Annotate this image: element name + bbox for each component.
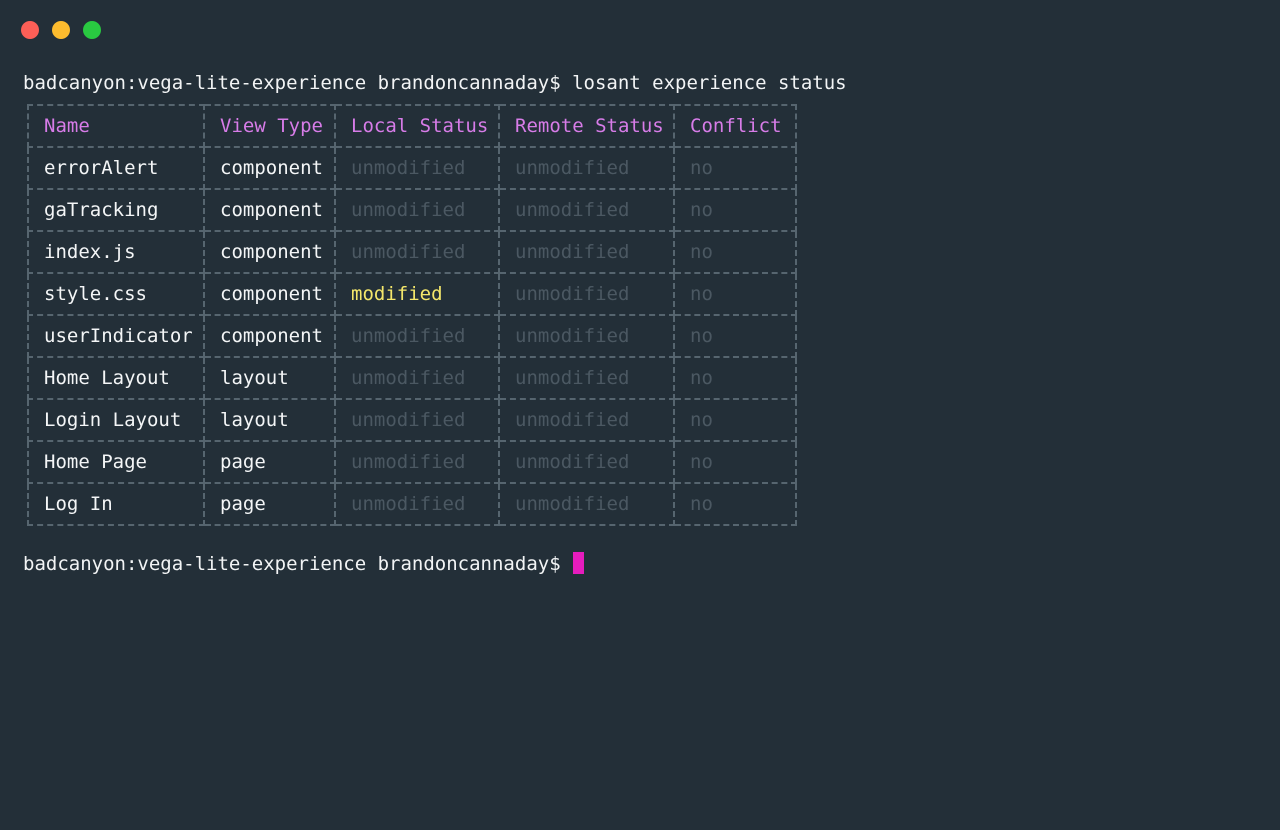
conflict-cell: no [673,146,797,190]
header-conflict: Conflict [673,104,797,148]
local-status-cell: unmodified [334,188,500,232]
prompt-line[interactable]: badcanyon:vega-lite-experience brandonca… [23,551,584,577]
local-status-cell: unmodified [334,146,500,190]
table-row: Login Layout layout unmodified unmodifie… [27,398,797,442]
name-cell: Login Layout [27,398,205,442]
close-window-button[interactable] [21,21,39,39]
view-type-cell: layout [203,356,336,400]
command-line: badcanyon:vega-lite-experience brandonca… [23,72,847,94]
zoom-window-button[interactable] [83,21,101,39]
window-controls [21,21,101,39]
remote-status-cell: unmodified [498,440,675,484]
remote-status-cell: unmodified [498,272,675,316]
text-cursor [572,552,584,574]
header-remote-status: Remote Status [498,104,675,148]
table-row: Home Layout layout unmodified unmodified… [27,356,797,400]
remote-status-cell: unmodified [498,188,675,232]
table-row: userIndicator component unmodified unmod… [27,314,797,358]
conflict-cell: no [673,356,797,400]
remote-status-cell: unmodified [498,146,675,190]
local-status-cell: modified [334,272,500,316]
table-row: Home Page page unmodified unmodified no [27,440,797,484]
remote-status-cell: unmodified [498,482,675,526]
remote-status-cell: unmodified [498,230,675,274]
local-status-cell: unmodified [334,356,500,400]
view-type-cell: page [203,482,336,526]
name-cell: userIndicator [27,314,205,358]
name-cell: Log In [27,482,205,526]
conflict-cell: no [673,440,797,484]
name-cell: style.css [27,272,205,316]
header-view-type: View Type [203,104,336,148]
local-status-cell: unmodified [334,482,500,526]
table-header-row: Name View Type Local Status Remote Statu… [27,104,797,148]
view-type-cell: component [203,314,336,358]
remote-status-cell: unmodified [498,398,675,442]
view-type-cell: component [203,272,336,316]
table-row: style.css component modified unmodified … [27,272,797,316]
minimize-window-button[interactable] [52,21,70,39]
table-row: index.js component unmodified unmodified… [27,230,797,274]
name-cell: index.js [27,230,205,274]
conflict-cell: no [673,230,797,274]
table-row: errorAlert component unmodified unmodifi… [27,146,797,190]
view-type-cell: page [203,440,336,484]
name-cell: gaTracking [27,188,205,232]
local-status-cell: unmodified [334,440,500,484]
conflict-cell: no [673,314,797,358]
table-row: gaTracking component unmodified unmodifi… [27,188,797,232]
view-type-cell: component [203,230,336,274]
view-type-cell: layout [203,398,336,442]
local-status-cell: unmodified [334,314,500,358]
local-status-cell: unmodified [334,398,500,442]
conflict-cell: no [673,482,797,526]
view-type-cell: component [203,188,336,232]
remote-status-cell: unmodified [498,356,675,400]
remote-status-cell: unmodified [498,314,675,358]
view-type-cell: component [203,146,336,190]
shell-prompt: badcanyon:vega-lite-experience brandonca… [23,553,561,575]
local-status-cell: unmodified [334,230,500,274]
name-cell: Home Page [27,440,205,484]
header-name: Name [27,104,205,148]
name-cell: errorAlert [27,146,205,190]
experience-status-table: Name View Type Local Status Remote Statu… [27,104,797,526]
conflict-cell: no [673,188,797,232]
name-cell: Home Layout [27,356,205,400]
conflict-cell: no [673,398,797,442]
header-local-status: Local Status [334,104,500,148]
table-row: Log In page unmodified unmodified no [27,482,797,526]
conflict-cell: no [673,272,797,316]
